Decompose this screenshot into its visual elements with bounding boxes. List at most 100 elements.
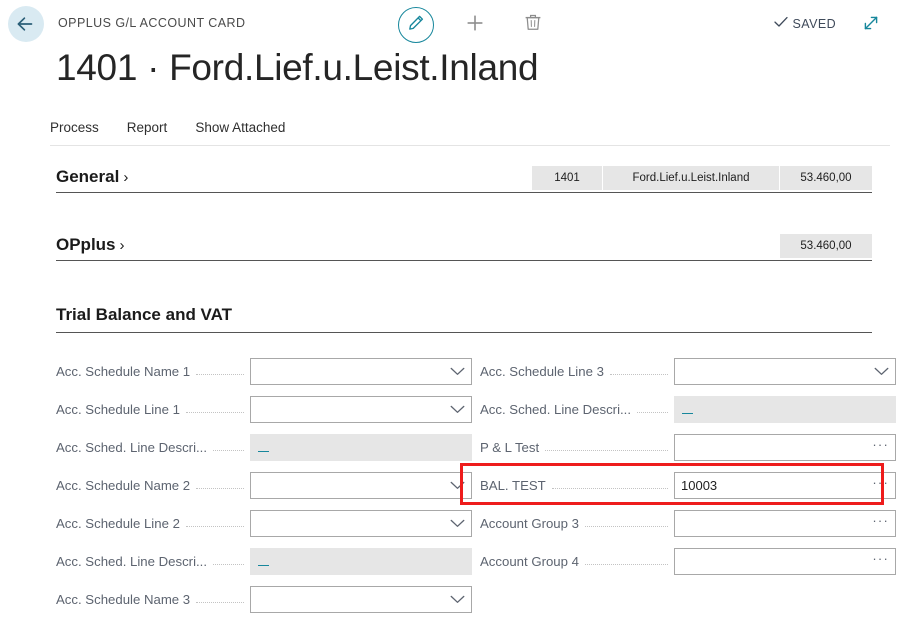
field-row-acc-schedule-line-3: Acc. Schedule Line 3	[480, 352, 896, 390]
back-button[interactable]	[8, 6, 44, 42]
lookup-ellipsis-icon[interactable]: ···	[872, 479, 889, 492]
field-label: Acc. Sched. Line Descri...	[56, 440, 207, 455]
form-grid: Acc. Schedule Name 1 Acc. Schedule Line …	[56, 352, 896, 618]
leader-dots	[213, 563, 244, 565]
leader-dots	[196, 373, 244, 375]
field-label: Acc. Sched. Line Descri...	[480, 402, 631, 417]
acc-sched-line-description-3-field	[674, 396, 896, 423]
leader-dots	[585, 525, 668, 527]
field-row-acc-schedule-line-2: Acc. Schedule Line 2	[56, 504, 472, 542]
section-opplus-summary: 53.460,00	[780, 234, 872, 258]
account-group-3-field[interactable]: ···	[674, 510, 896, 537]
field-row-bal-test: BAL. TEST 10003 ···	[480, 466, 896, 504]
new-button[interactable]	[458, 8, 492, 42]
acc-schedule-name-2-field[interactable]	[250, 472, 472, 499]
leader-dots	[196, 601, 244, 603]
field-label: Acc. Schedule Line 2	[56, 516, 180, 531]
check-icon	[774, 15, 788, 33]
action-menu-item-process[interactable]: Process	[50, 120, 99, 135]
page-title: 1401 · Ford.Lief.u.Leist.Inland	[56, 47, 538, 89]
field-row-acc-sched-line-descr-1: Acc. Sched. Line Descri...	[56, 428, 472, 466]
acc-sched-line-description-1-field	[250, 434, 472, 461]
action-menu-item-show-attached[interactable]: Show Attached	[195, 120, 285, 135]
delete-button[interactable]	[516, 8, 550, 42]
edit-button[interactable]	[398, 7, 434, 43]
field-label: P & L Test	[480, 440, 539, 455]
field-label: Acc. Schedule Name 1	[56, 364, 190, 379]
leader-dots	[213, 449, 244, 451]
account-group-4-field[interactable]: ···	[674, 548, 896, 575]
leader-dots	[637, 411, 668, 413]
section-general-summary: 1401 Ford.Lief.u.Leist.Inland 53.460,00	[532, 166, 872, 190]
field-label: Account Group 3	[480, 516, 579, 531]
acc-schedule-name-3-field[interactable]	[250, 586, 472, 613]
leader-dots	[585, 563, 668, 565]
lookup-ellipsis-icon[interactable]: ···	[872, 555, 889, 568]
action-menu-item-report[interactable]: Report	[127, 120, 168, 135]
field-label: Acc. Schedule Name 3	[56, 592, 190, 607]
lookup-ellipsis-icon[interactable]: ···	[872, 517, 889, 530]
acc-schedule-name-1-field[interactable]	[250, 358, 472, 385]
chevron-down-icon[interactable]	[450, 481, 465, 490]
expand-diagonal-icon	[861, 13, 881, 38]
chevron-down-icon[interactable]	[874, 367, 889, 376]
chevron-down-icon[interactable]	[450, 405, 465, 414]
leader-dots	[186, 411, 244, 413]
chevron-right-icon: ›	[120, 237, 125, 254]
action-menu: Process Report Show Attached	[50, 120, 890, 146]
trash-icon	[524, 13, 542, 37]
fasttab-title: Trial Balance and VAT	[56, 305, 872, 333]
summary-cell-account-name: Ford.Lief.u.Leist.Inland	[603, 166, 780, 190]
plus-icon	[465, 13, 485, 38]
bal-test-field[interactable]: 10003 ···	[674, 472, 896, 499]
summary-cell-account-no: 1401	[532, 166, 603, 190]
leader-dots	[186, 525, 244, 527]
empty-value-dash	[682, 413, 693, 414]
summary-cell-balance: 53.460,00	[780, 166, 872, 190]
pencil-edit-icon	[407, 14, 425, 37]
section-opplus-title: OPplus	[56, 235, 116, 255]
section-opplus[interactable]: OPplus › 53.460,00	[56, 228, 872, 261]
leader-dots	[610, 373, 668, 375]
leader-dots	[196, 487, 244, 489]
field-row-acc-schedule-name-1: Acc. Schedule Name 1	[56, 352, 472, 390]
breadcrumb[interactable]: OPPLUS G/L ACCOUNT CARD	[58, 16, 245, 30]
acc-schedule-line-1-field[interactable]	[250, 396, 472, 423]
acc-schedule-line-3-field[interactable]	[674, 358, 896, 385]
section-opplus-header[interactable]: OPplus ›	[56, 235, 125, 255]
field-value: 10003	[681, 478, 868, 493]
chevron-right-icon: ›	[123, 169, 128, 186]
top-action-group	[398, 7, 550, 43]
section-general-header[interactable]: General ›	[56, 167, 128, 187]
status-badge: SAVED	[774, 15, 836, 33]
field-row-acc-sched-line-descr-2: Acc. Sched. Line Descri...	[56, 542, 472, 580]
field-label: Acc. Schedule Line 1	[56, 402, 180, 417]
section-general[interactable]: General › 1401 Ford.Lief.u.Leist.Inland …	[56, 160, 872, 193]
acc-schedule-line-2-field[interactable]	[250, 510, 472, 537]
fasttab-trial-balance-and-vat: Trial Balance and VAT	[56, 305, 872, 333]
acc-sched-line-description-2-field	[250, 548, 472, 575]
field-row-account-group-4: Account Group 4 ···	[480, 542, 896, 580]
field-row-acc-schedule-name-2: Acc. Schedule Name 2	[56, 466, 472, 504]
field-label: Account Group 4	[480, 554, 579, 569]
chevron-down-icon[interactable]	[450, 367, 465, 376]
form-column-right: Acc. Schedule Line 3 Acc. Sched. Line De…	[480, 352, 896, 618]
summary-cell-balance: 53.460,00	[780, 234, 872, 258]
leader-dots	[545, 449, 668, 451]
field-row-account-group-3: Account Group 3 ···	[480, 504, 896, 542]
empty-value-dash	[258, 565, 269, 566]
expand-button[interactable]	[858, 12, 884, 38]
saved-label: SAVED	[793, 17, 836, 31]
p-and-l-test-field[interactable]: ···	[674, 434, 896, 461]
field-row-acc-schedule-line-1: Acc. Schedule Line 1	[56, 390, 472, 428]
chevron-down-icon[interactable]	[450, 595, 465, 604]
leader-dots	[552, 487, 668, 489]
lookup-ellipsis-icon[interactable]: ···	[872, 441, 889, 454]
field-row-acc-sched-line-descr-3: Acc. Sched. Line Descri...	[480, 390, 896, 428]
field-label: Acc. Schedule Line 3	[480, 364, 604, 379]
chevron-down-icon[interactable]	[450, 519, 465, 528]
field-label: Acc. Sched. Line Descri...	[56, 554, 207, 569]
top-bar: OPPLUS G/L ACCOUNT CARD	[0, 0, 898, 48]
form-column-left: Acc. Schedule Name 1 Acc. Schedule Line …	[56, 352, 472, 618]
field-label: Acc. Schedule Name 2	[56, 478, 190, 493]
